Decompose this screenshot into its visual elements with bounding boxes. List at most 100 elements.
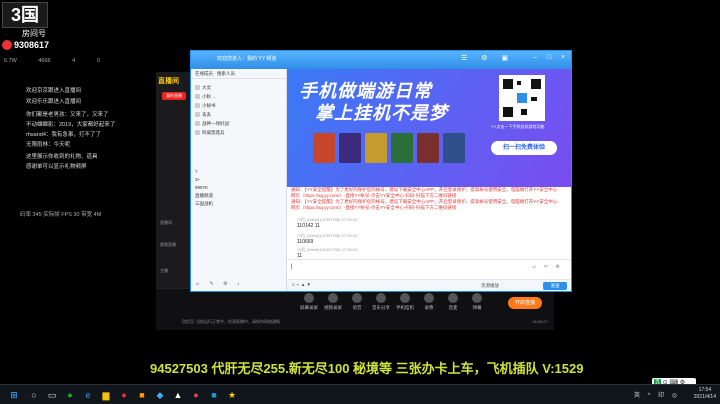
mic-icon: [352, 293, 362, 303]
windows-start-icon[interactable]: ⊞: [8, 389, 20, 401]
qr-code: [499, 75, 545, 121]
group-row[interactable]: 直播频道: [195, 193, 213, 201]
chat-line: 你们都是老男孩：又来了，又来了: [26, 112, 109, 118]
avatar: [195, 103, 200, 109]
search-icon[interactable]: ○: [28, 389, 40, 401]
game-thumbnail[interactable]: [443, 133, 465, 163]
chat-line: 感谢单可以显示礼物频屏: [26, 164, 87, 170]
avatar: [195, 94, 200, 100]
ad-banner[interactable]: 手机做端游日常 掌上挂机不是梦 YY点击一下手机挂机游戏功能 扫一扫免费体验: [287, 69, 571, 187]
app-icon[interactable]: ▲: [172, 389, 184, 401]
tool-voice[interactable]: 语音: [344, 293, 370, 311]
game-thumbnail[interactable]: [365, 133, 387, 163]
member-row[interactable]: 大灵: [195, 85, 211, 93]
yy-chat-window: 欢迎您进入：我的 YY 频道 ☰ ⚙ ▣ – □ × 在线成员 · 搜索人员 大…: [190, 50, 572, 292]
task-view-icon[interactable]: ▭: [46, 389, 58, 401]
stat-gifts: 4: [72, 58, 76, 64]
yy-brand: 直播间: [158, 78, 179, 85]
wechat-icon[interactable]: ●: [64, 389, 76, 401]
room-logo: 3国: [2, 2, 48, 28]
member-row[interactable]: 战神一场好战: [195, 121, 229, 129]
member-row[interactable]: 小秘书: [195, 103, 216, 111]
member-panel-tools[interactable]: ☺ ✎ ⚙ ♪: [195, 281, 243, 287]
app-icon[interactable]: ◆: [154, 389, 166, 401]
game-thumbnail[interactable]: [417, 133, 439, 163]
stat-likes: 4666: [38, 58, 51, 64]
group-row[interactable]: 三国战机: [195, 201, 213, 209]
member-row[interactable]: 阿威悠悠兵: [195, 130, 225, 138]
maximize-icon[interactable]: □: [545, 54, 553, 62]
phone-icon: [400, 293, 410, 303]
chat-line: 欢迎乐乐跟进入直播间: [26, 99, 82, 105]
footer-tools[interactable]: ☺ ◐ ▲ ▼: [291, 282, 311, 287]
system-tray[interactable]: 英 ^ 印 ◎: [634, 390, 680, 399]
avatar: [195, 121, 200, 127]
titlebar-tools[interactable]: ☰ ⚙ ▣: [461, 54, 514, 62]
tool-screen-record[interactable]: 屏幕录屏: [296, 293, 322, 311]
group-row[interactable]: ?: [195, 169, 198, 177]
link-icon: [448, 293, 458, 303]
resource-play-link[interactable]: 资源播放: [481, 283, 499, 289]
room-label: 房间号: [22, 29, 46, 38]
member-row[interactable]: 小秋 ...: [195, 94, 216, 102]
input-caret: |: [291, 264, 293, 270]
my-live-button[interactable]: 我的直播: [162, 92, 186, 100]
screen-icon: [304, 293, 314, 303]
group-row[interactable]: 9997K: [195, 185, 208, 193]
chat-titlebar[interactable]: 欢迎您进入：我的 YY 频道 ☰ ⚙ ▣ – □ ×: [191, 51, 571, 69]
app-icon[interactable]: ■: [136, 389, 148, 401]
taskbar-clock[interactable]: 17:54 2021/4/14: [694, 387, 716, 401]
tool-music[interactable]: 音乐分享: [368, 293, 394, 311]
sidebar-item[interactable]: 主播: [160, 268, 190, 276]
record-icon: [424, 293, 434, 303]
tool-danmaku[interactable]: 弹幕: [464, 293, 490, 311]
clock-time: 17:54: [698, 387, 712, 393]
avatar: [195, 112, 200, 118]
sidebar-item[interactable]: 直播间: [160, 220, 190, 228]
minimize-icon[interactable]: –: [531, 54, 539, 62]
chat-line: 无限雨林：今天呢: [26, 142, 71, 148]
chat-line: rhsand4：我有急事，打不了了: [26, 132, 101, 138]
system-notice: 通知：【YY安全提醒】为了更好的保护您的帐号，建议下载安全中心APP，开启登录保…: [291, 199, 558, 210]
live-duration: 06:05:27: [532, 319, 548, 324]
chat-footer: ☺ ◐ ▲ ▼ 资源播放 发送: [287, 279, 571, 291]
live-toolbar: 屏幕录屏 视频录屏 语音 音乐分享 手机挂机 录像 连麦 弹幕 开启直播 【首页…: [156, 288, 554, 330]
tool-record[interactable]: 录像: [416, 293, 442, 311]
sidebar-item[interactable]: 视频直播: [160, 242, 190, 250]
member-tabs[interactable]: 在线成员 · 搜索人员: [191, 69, 286, 79]
group-row[interactable]: 3+: [195, 177, 200, 185]
tool-linkmic[interactable]: 连麦: [440, 293, 466, 311]
start-live-button[interactable]: 开启直播: [508, 297, 542, 309]
live-status: 【首页】当前运行正常中，检测直播中，请保持网络通畅: [180, 319, 280, 324]
app-icon[interactable]: ●: [118, 389, 130, 401]
member-list: 在线成员 · 搜索人员 大灵 小秋 ... 小秘书 丢丢 战神一场好战 阿威悠悠…: [191, 69, 287, 291]
yy-client-sidebar: 直播间 我的直播 直播间 视频直播 主播: [156, 72, 192, 304]
tool-video[interactable]: 视频录屏: [320, 293, 346, 311]
banner-title-2: 掌上挂机不是梦: [315, 103, 448, 123]
folder-icon[interactable]: ▆: [100, 389, 112, 401]
qr-caption: YY点击一下手机挂机游戏功能: [491, 124, 545, 129]
game-thumbnail[interactable]: [313, 133, 335, 163]
chat-title: 欢迎您进入：我的 YY 频道: [217, 56, 277, 62]
scan-free-trial-button[interactable]: 扫一扫免费体验: [491, 141, 557, 155]
tool-phone[interactable]: 手机挂机: [392, 293, 418, 311]
room-badge: 3国 房间号 9308617: [0, 0, 64, 52]
yy-taskbar-icon[interactable]: ●: [190, 389, 202, 401]
overlay-stats: 6.7W 4666 4 0: [4, 58, 100, 64]
app-icon[interactable]: ■: [208, 389, 220, 401]
message-list: 通知：【YY安全提醒】为了更好的保护您的帐号，建议下载安全中心APP，开启登录保…: [287, 187, 571, 259]
browser-icon[interactable]: e: [82, 389, 94, 401]
stream-footer: 码率 345 实际帧 FPS 30 带宽 4M: [20, 212, 102, 218]
send-button[interactable]: 发送: [543, 282, 567, 290]
input-tools[interactable]: ☺ ✂ ⚙: [531, 264, 563, 270]
system-notice: 通知：【YY安全提醒】为了更好的保护您的帐号，建议下载安全中心APP，开启登录保…: [291, 187, 558, 198]
message-body: 110142 11: [297, 223, 320, 229]
game-thumbnail[interactable]: [339, 133, 361, 163]
stat-viewers: 6.7W: [4, 58, 17, 64]
game-thumbnail[interactable]: [391, 133, 413, 163]
close-icon[interactable]: ×: [559, 54, 567, 62]
danmaku-icon: [472, 293, 482, 303]
app-icon[interactable]: ★: [226, 389, 238, 401]
scrolling-ad-text: 94527503 代肝无尽255.新无尽100 秘境等 三张办卡上车，飞机插队 …: [150, 361, 584, 376]
member-row[interactable]: 丢丢: [195, 112, 211, 120]
